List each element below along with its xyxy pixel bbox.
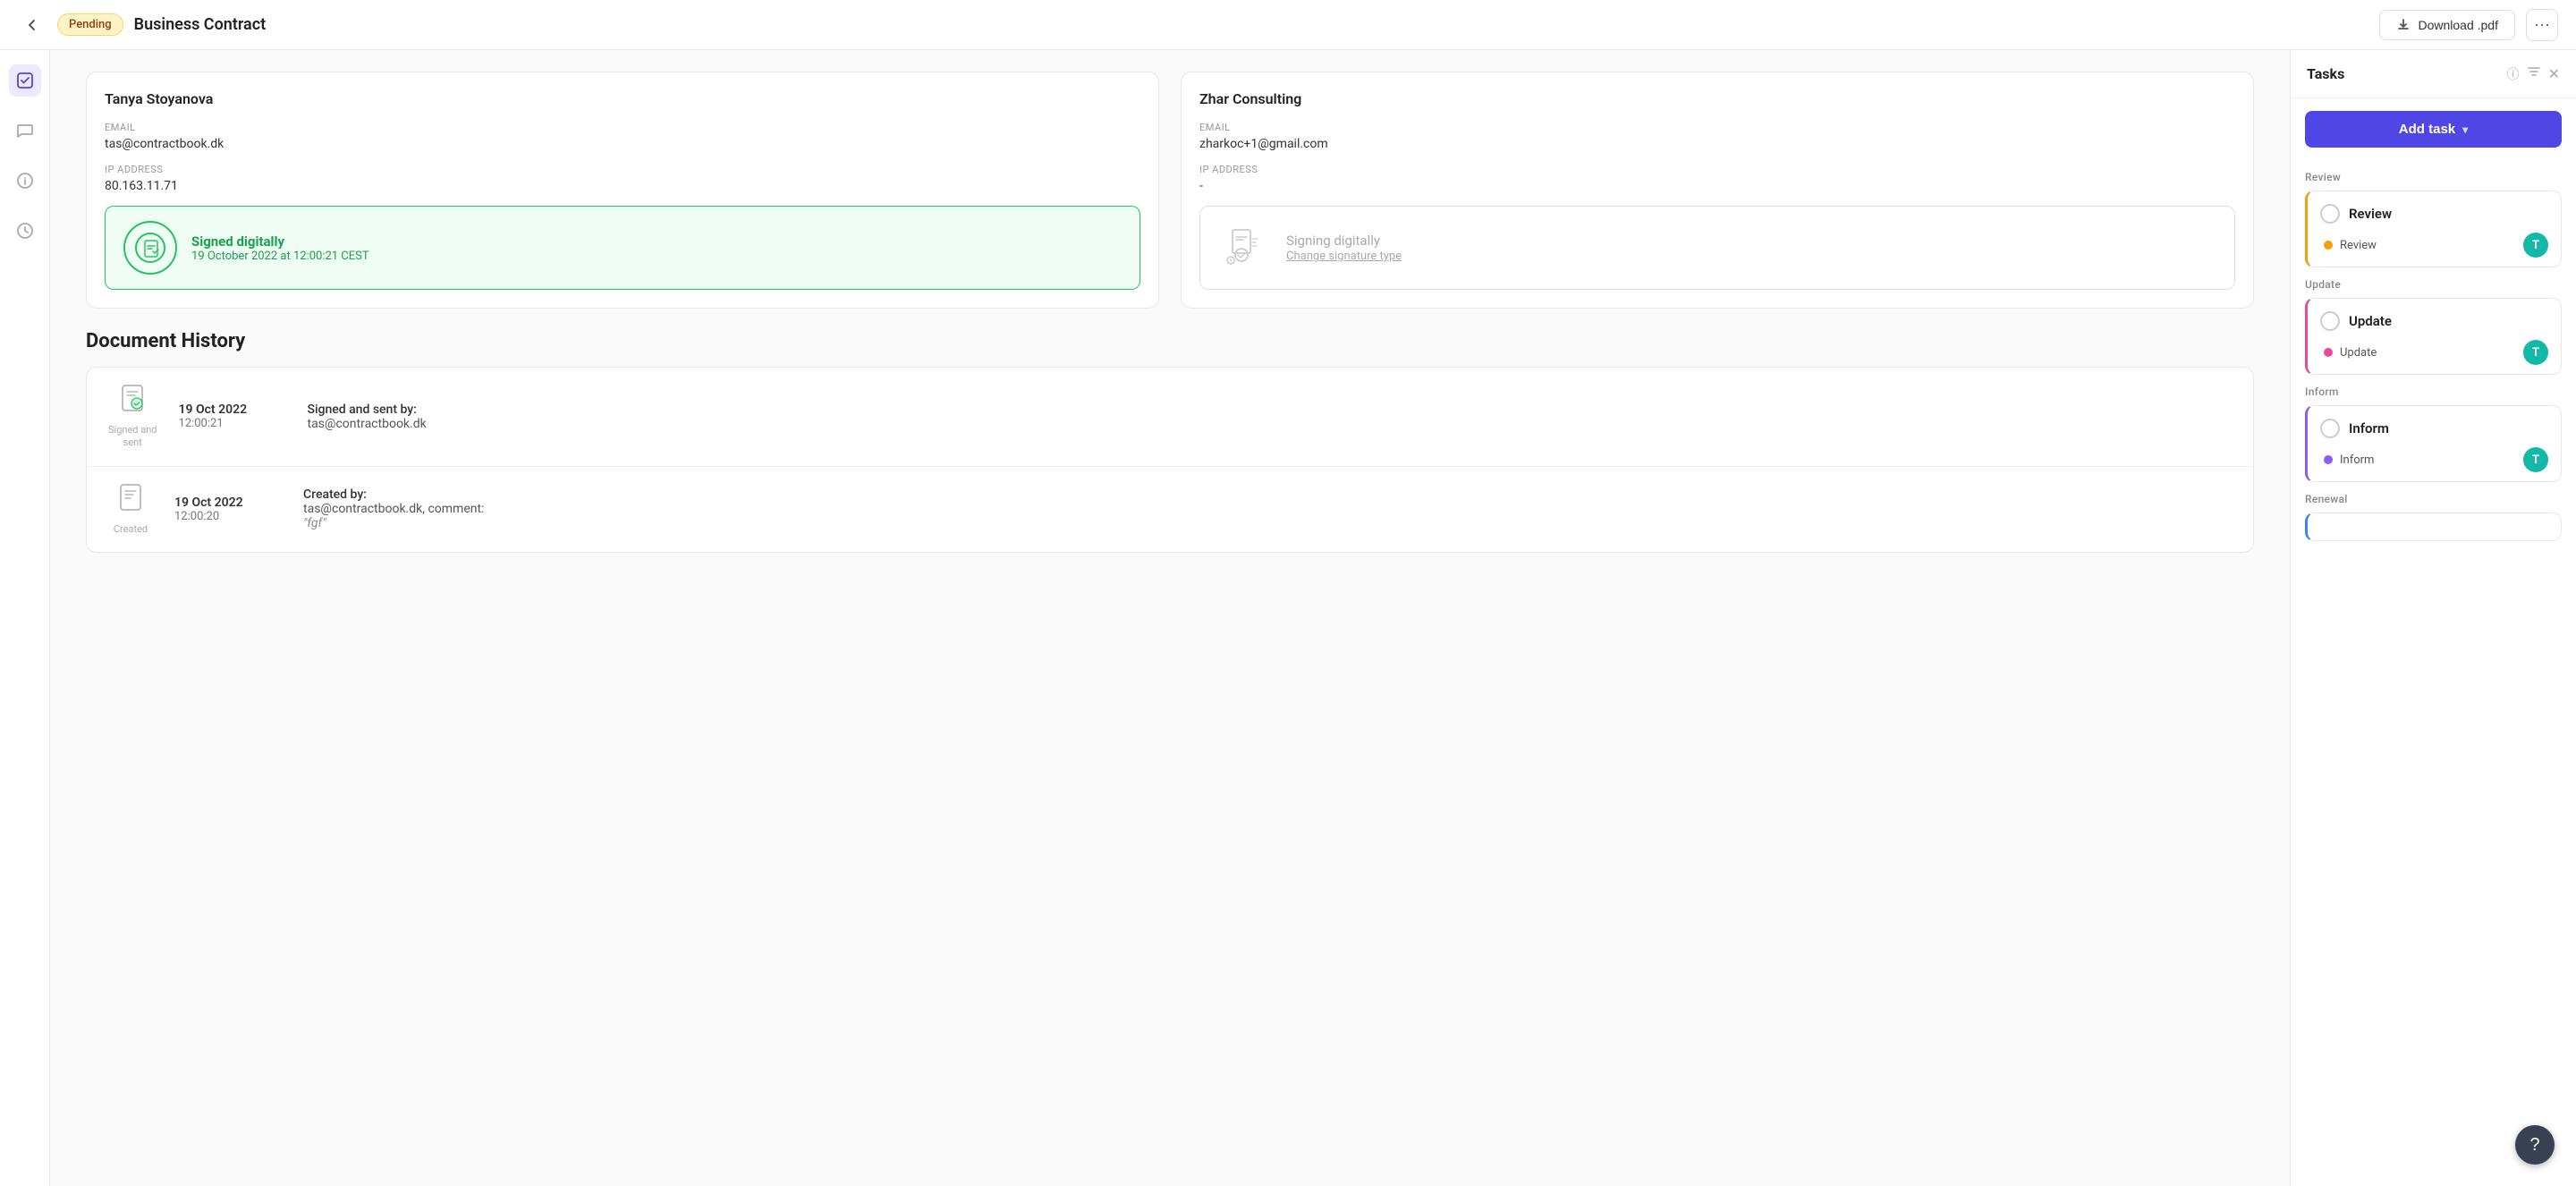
signatories-row: Tanya Stoyanova Email tas@contractbook.d…	[86, 72, 2254, 309]
signatory-name-1: Tanya Stoyanova	[105, 90, 1140, 107]
ip-value-2: -	[1199, 179, 2235, 193]
task-card-review: Review Review T	[2305, 191, 2562, 267]
history-desc-0: Signed and sent by: tas@contractbook.dk	[307, 402, 426, 431]
left-sidebar	[0, 50, 50, 1186]
task-card-inform-header: Inform	[2320, 419, 2548, 438]
task-card-update-header: Update	[2320, 311, 2548, 331]
sidebar-info-icon[interactable]	[9, 165, 41, 197]
task-sub-label-inform: Inform	[2340, 453, 2516, 467]
history-date-0: 19 Oct 2022 12:00:21	[178, 402, 285, 430]
signed-digitally-icon	[123, 221, 177, 275]
signatory-card-2: Zhar Consulting Email zharkoc+1@gmail.co…	[1181, 72, 2254, 309]
history-icon-signed: Signed andsent	[108, 384, 157, 450]
signed-date: 19 October 2022 at 12:00:21 CEST	[191, 250, 369, 263]
ip-label-2: IP Address	[1199, 164, 2235, 175]
signed-sent-icon	[119, 384, 146, 420]
task-avatar-review: T	[2523, 233, 2548, 258]
task-checkbox-inform[interactable]	[2320, 419, 2340, 438]
app-container: Pending Business Contract Download .pdf …	[0, 0, 2576, 1186]
panel-title: Tasks	[2307, 65, 2500, 82]
panel-filter-button[interactable]	[2527, 64, 2541, 83]
task-section-review: Review	[2305, 171, 2562, 183]
history-desc-1: Created by: tas@contractbook.dk, comment…	[303, 487, 484, 530]
created-icon	[117, 483, 144, 520]
signing-pending-icon	[1218, 221, 1272, 275]
panel-close-button[interactable]: ✕	[2548, 65, 2560, 83]
email-value-1: tas@contractbook.dk	[105, 137, 1140, 151]
task-sub-review: Review T	[2324, 233, 2548, 258]
signed-text: Signed digitally	[191, 233, 369, 250]
task-sub-label-review: Review	[2340, 239, 2516, 252]
history-item-0: Signed andsent 19 Oct 2022 12:00:21 Sign…	[87, 368, 2253, 467]
task-card-update: Update Update T	[2305, 298, 2562, 375]
task-name-update: Update	[2349, 313, 2392, 329]
change-signature-type-link[interactable]: Change signature type	[1286, 250, 1402, 263]
history-icon-created: Created	[108, 483, 153, 536]
task-dot-inform	[2324, 455, 2333, 464]
history-item-1: Created 19 Oct 2022 12:00:20 Created by:…	[87, 467, 2253, 552]
task-dot-update	[2324, 348, 2333, 357]
signatory-card-1: Tanya Stoyanova Email tas@contractbook.d…	[86, 72, 1159, 309]
task-sub-inform: Inform T	[2324, 447, 2548, 472]
doc-history-title: Document History	[86, 330, 2254, 352]
email-label-2: Email	[1199, 122, 2235, 133]
sidebar-tasks-icon[interactable]	[9, 64, 41, 97]
task-card-inform: Inform Inform T	[2305, 405, 2562, 482]
signing-pending-box: Signing digitally Change signature type	[1199, 206, 2235, 290]
task-section-inform: Inform	[2305, 385, 2562, 398]
tasks-scroll: Review Review Review T Update	[2291, 160, 2576, 1186]
download-button[interactable]: Download .pdf	[2379, 10, 2515, 40]
history-icon-label-0: Signed andsent	[108, 424, 157, 450]
history-icon-label-1: Created	[114, 523, 148, 536]
ip-label-1: IP Address	[105, 164, 1140, 175]
task-sub-update: Update T	[2324, 340, 2548, 365]
panel-info-icon: ⓘ	[2507, 65, 2520, 83]
signed-text-block: Signed digitally 19 October 2022 at 12:0…	[191, 233, 369, 263]
panel-header: Tasks ⓘ ✕	[2291, 50, 2576, 98]
task-name-review: Review	[2349, 206, 2392, 222]
help-button[interactable]: ?	[2515, 1125, 2555, 1165]
document-history-section: Document History	[86, 330, 2254, 553]
sidebar-history-icon[interactable]	[9, 215, 41, 247]
main-layout: Tanya Stoyanova Email tas@contractbook.d…	[0, 50, 2576, 1186]
email-value-2: zharkoc+1@gmail.com	[1199, 137, 2235, 151]
chevron-down-icon: ▾	[2462, 123, 2468, 136]
signed-box: Signed digitally 19 October 2022 at 12:0…	[105, 206, 1140, 290]
task-sub-label-update: Update	[2340, 346, 2516, 360]
back-button[interactable]	[18, 11, 47, 39]
task-section-renewal: Renewal	[2305, 493, 2562, 505]
add-task-button[interactable]: Add task ▾	[2305, 111, 2562, 148]
task-card-renewal-placeholder	[2305, 513, 2562, 541]
task-checkbox-review[interactable]	[2320, 204, 2340, 224]
ip-value-1: 80.163.11.71	[105, 179, 1140, 193]
task-avatar-update: T	[2523, 340, 2548, 365]
task-avatar-inform: T	[2523, 447, 2548, 472]
page-title: Business Contract	[134, 15, 2369, 34]
task-card-review-header: Review	[2320, 204, 2548, 224]
sidebar-comments-icon[interactable]	[9, 114, 41, 147]
signing-pending-text: Signing digitally	[1286, 233, 1402, 249]
panel-actions: ✕	[2527, 64, 2560, 83]
task-checkbox-update[interactable]	[2320, 311, 2340, 331]
task-section-update: Update	[2305, 278, 2562, 291]
history-list: Signed andsent 19 Oct 2022 12:00:21 Sign…	[86, 367, 2254, 553]
content-area: Tanya Stoyanova Email tas@contractbook.d…	[50, 50, 2290, 1186]
status-badge: Pending	[57, 13, 123, 36]
signatory-name-2: Zhar Consulting	[1199, 90, 2235, 107]
task-name-inform: Inform	[2349, 420, 2389, 436]
tasks-panel: Tasks ⓘ ✕ Add task ▾ Review	[2290, 50, 2576, 1186]
top-bar: Pending Business Contract Download .pdf …	[0, 0, 2576, 50]
more-options-button[interactable]: ···	[2526, 9, 2558, 41]
email-label-1: Email	[105, 122, 1140, 133]
task-dot-review	[2324, 241, 2333, 250]
download-icon	[2396, 18, 2411, 32]
history-date-1: 19 Oct 2022 12:00:20	[174, 496, 282, 523]
signing-pending-text-block: Signing digitally Change signature type	[1286, 233, 1402, 263]
